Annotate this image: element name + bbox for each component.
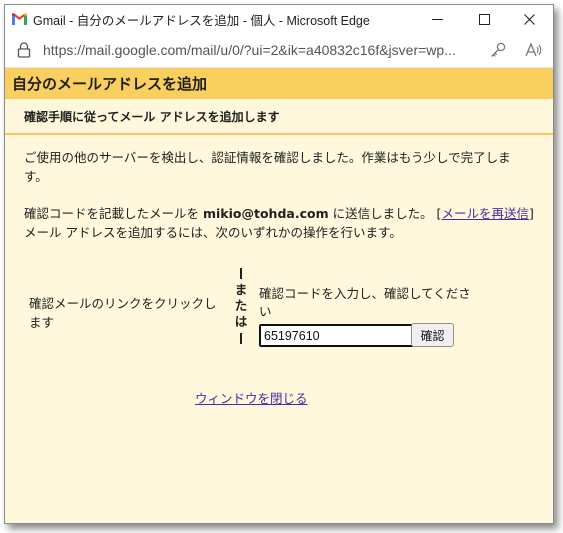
sent-line: 確認コードを記載したメールを mikio@tohda.com に送信しました。 … bbox=[24, 204, 534, 223]
verification-code-input[interactable] bbox=[259, 324, 415, 347]
dialog-title: 自分のメールアドレスを追加 bbox=[12, 75, 208, 93]
close-window-button[interactable] bbox=[507, 5, 551, 33]
or-char-3: は bbox=[234, 314, 248, 329]
title-bar: Gmail - 自分のメールアドレスを追加 - 個人 - Microsoft E… bbox=[5, 5, 553, 33]
option-enter-code: 確認コードを入力し、確認してくださ い bbox=[259, 285, 489, 321]
sent-notice: 確認コードを記載したメールを mikio@tohda.com に送信しました。 … bbox=[24, 204, 534, 242]
intro-line-1: ご使用の他のサーバーを検出し、認証情報を確認しました。作業はもう少しで完了しま bbox=[24, 150, 511, 165]
browser-window: Gmail - 自分のメールアドレスを追加 - 個人 - Microsoft E… bbox=[4, 4, 554, 524]
close-icon bbox=[523, 13, 535, 25]
key-icon[interactable] bbox=[489, 41, 507, 59]
or-char-2: た bbox=[234, 298, 248, 313]
dialog-subheader: 確認手順に従ってメール アドレスを追加します bbox=[5, 99, 553, 135]
option-click-line-2: ます bbox=[29, 315, 55, 330]
close-window-link[interactable]: ウィンドウを閉じる bbox=[195, 388, 308, 407]
minimize-button[interactable] bbox=[415, 5, 459, 33]
intro-text: ご使用の他のサーバーを検出し、認証情報を確認しました。作業はもう少しで完了しま … bbox=[24, 148, 511, 186]
subheader-text: 確認手順に従ってメール アドレスを追加します bbox=[24, 109, 280, 124]
or-char-1: ま bbox=[234, 282, 248, 297]
sent-suffix: に送信しました。 [ bbox=[328, 206, 442, 221]
option-code-line-2: い bbox=[259, 304, 272, 319]
dialog-header: 自分のメールアドレスを追加 bbox=[5, 68, 553, 99]
or-divider-top bbox=[240, 268, 242, 279]
read-aloud-icon[interactable] bbox=[524, 41, 542, 59]
sent-email: mikio@tohda.com bbox=[202, 206, 329, 221]
url-text[interactable]: https://mail.google.com/mail/u/0/?ui=2&i… bbox=[43, 42, 456, 58]
or-divider-bottom bbox=[240, 333, 242, 344]
lock-icon[interactable] bbox=[17, 42, 31, 58]
instruction-text: メール アドレスを追加するには、次のいずれかの操作を行います。 bbox=[24, 225, 402, 240]
intro-line-2: す。 bbox=[24, 169, 48, 184]
minimize-icon bbox=[431, 18, 443, 20]
sent-bracket-close: ] bbox=[528, 206, 534, 221]
gmail-logo-icon bbox=[12, 13, 27, 25]
option-click-line-1: 確認メールのリンクをクリックし bbox=[29, 296, 217, 311]
address-bar: https://mail.google.com/mail/u/0/?ui=2&i… bbox=[5, 33, 553, 68]
option-click-link: 確認メールのリンクをクリックし ます bbox=[29, 294, 229, 332]
maximize-button[interactable] bbox=[462, 5, 506, 33]
sent-prefix: 確認コードを記載したメールを bbox=[24, 206, 203, 221]
maximize-icon bbox=[478, 13, 490, 25]
or-separator: ま た は bbox=[230, 268, 252, 344]
window-title: Gmail - 自分のメールアドレスを追加 - 個人 - Microsoft E… bbox=[33, 13, 370, 28]
option-code-line-1: 確認コードを入力し、確認してくださ bbox=[259, 286, 471, 301]
confirm-button[interactable]: 確認 bbox=[411, 323, 454, 347]
resend-link[interactable]: メールを再送信 bbox=[441, 206, 529, 221]
